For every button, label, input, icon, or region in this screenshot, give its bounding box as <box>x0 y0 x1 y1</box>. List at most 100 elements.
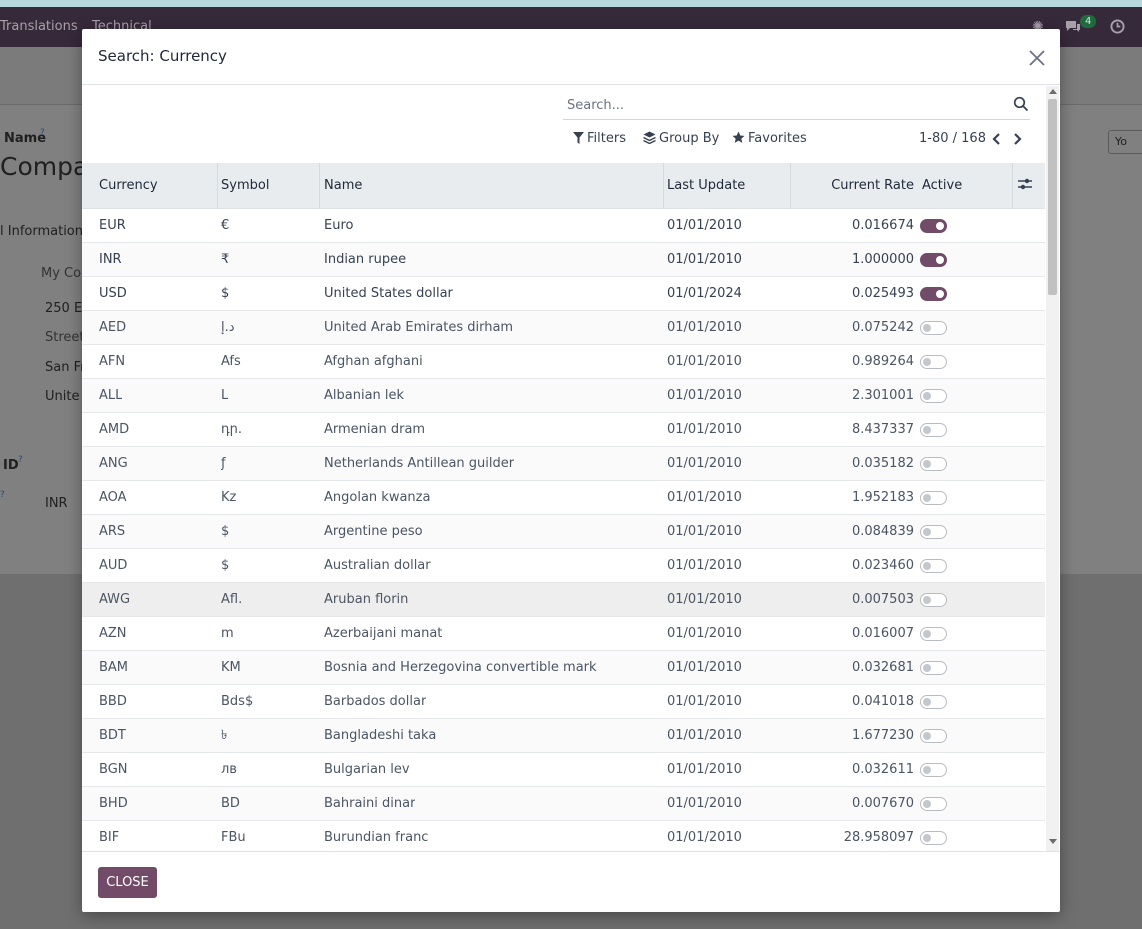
active-toggle[interactable] <box>920 423 947 437</box>
id-label: ID <box>3 458 19 473</box>
active-toggle[interactable] <box>920 287 947 301</box>
active-toggle[interactable] <box>920 661 947 675</box>
active-toggle[interactable] <box>920 253 947 267</box>
sliders-icon <box>1018 178 1032 190</box>
address-street: Street <box>45 330 85 345</box>
table-row[interactable]: BAM KM Bosnia and Herzegovina convertible … <box>82 651 1045 685</box>
scrollbar[interactable] <box>1046 86 1059 851</box>
active-toggle[interactable] <box>920 457 947 471</box>
toggle-knob <box>923 392 931 400</box>
search-icon[interactable] <box>1013 96 1029 112</box>
partial-button: Yo <box>1108 130 1142 154</box>
active-toggle[interactable] <box>920 695 947 709</box>
cell-name: Angolan kwanza <box>324 490 431 505</box>
cell-currency: ANG <box>99 456 128 471</box>
dialog-title: Search: Currency <box>98 47 227 65</box>
column-divider <box>663 163 664 209</box>
table-row[interactable]: AUD $ Australian dollar 01/01/2010 0.023460 <box>82 549 1045 583</box>
active-toggle[interactable] <box>920 627 947 641</box>
column-header-currency[interactable]: Currency <box>99 163 158 209</box>
active-toggle[interactable] <box>920 525 947 539</box>
column-header-last-update[interactable]: Last Update <box>667 163 745 209</box>
active-toggle[interactable] <box>920 831 947 845</box>
table-row[interactable]: AWG Afl. Aruban florin 01/01/2010 0.007503 <box>82 583 1045 617</box>
table-body: EUR € Euro 01/01/2010 0.016674 INR ₹ Indian rup… <box>82 209 1045 851</box>
cell-currency: USD <box>99 286 127 301</box>
table-row[interactable]: ARS $ Argentine peso 01/01/2010 0.084839 <box>82 515 1045 549</box>
cell-last-update: 01/01/2010 <box>667 524 742 539</box>
nav-translations[interactable]: Translations <box>0 19 78 34</box>
active-toggle[interactable] <box>920 321 947 335</box>
cell-currency: AZN <box>99 626 127 641</box>
table-row[interactable]: BIF FBu Burundian franc 01/01/2010 28.958097 <box>82 821 1045 851</box>
table-row[interactable]: AOA Kz Angolan kwanza 01/01/2010 1.952183 <box>82 481 1045 515</box>
active-toggle[interactable] <box>920 559 947 573</box>
table-row[interactable]: BGN лв Bulgarian lev 01/01/2010 0.032611 <box>82 753 1045 787</box>
scroll-down-arrow[interactable] <box>1049 839 1057 844</box>
toggle-knob <box>923 426 931 434</box>
table-row[interactable]: ANG ƒ Netherlands Antillean guilder 01/01/2… <box>82 447 1045 481</box>
cell-currency: BAM <box>99 660 129 675</box>
filters-button[interactable]: Filters <box>573 131 626 146</box>
column-header-name[interactable]: Name <box>324 163 362 209</box>
table-row[interactable]: USD $ United States dollar 01/01/2024 0.0254… <box>82 277 1045 311</box>
cell-name: United Arab Emirates dirham <box>324 320 514 335</box>
cell-name: Azerbaijani manat <box>324 626 443 641</box>
table-header: Currency Symbol Name Last Update Current… <box>82 163 1045 209</box>
table-row[interactable]: AFN Afs Afghan afghani 01/01/2010 0.989264 <box>82 345 1045 379</box>
cell-name: Barbados dollar <box>324 694 427 709</box>
group-by-button[interactable]: Group By <box>643 131 719 146</box>
optional-columns-toggle[interactable] <box>1017 163 1033 209</box>
active-toggle[interactable] <box>920 729 947 743</box>
partial-button-label: Yo <box>1115 135 1127 148</box>
messages-badge: 4 <box>1080 15 1097 28</box>
favorites-button[interactable]: Favorites <box>732 131 807 146</box>
scroll-up-arrow[interactable] <box>1049 89 1057 94</box>
cell-name: Bahraini dinar <box>324 796 416 811</box>
cell-symbol: L <box>221 388 229 403</box>
active-toggle[interactable] <box>920 219 947 233</box>
toggle-knob <box>936 256 944 264</box>
column-header-symbol[interactable]: Symbol <box>221 163 269 209</box>
active-toggle[interactable] <box>920 491 947 505</box>
active-toggle[interactable] <box>920 763 947 777</box>
close-button[interactable]: CLOSE <box>98 867 157 898</box>
active-toggle[interactable] <box>920 797 947 811</box>
table-row[interactable]: BBD Bds$ Barbados dollar 01/01/2010 0.041018 <box>82 685 1045 719</box>
table-row[interactable]: ALL L Albanian lek 01/01/2010 2.301001 <box>82 379 1045 413</box>
scroll-thumb[interactable] <box>1048 99 1057 295</box>
cell-currency: BGN <box>99 762 128 777</box>
table-row[interactable]: INR ₹ Indian rupee 01/01/2010 1.000000 <box>82 243 1045 277</box>
table-row[interactable]: AMD դր. Armenian dram 01/01/2010 8.437337 <box>82 413 1045 447</box>
table-row[interactable]: AED د.إ United Arab Emirates dirham 01/01/2… <box>82 311 1045 345</box>
search-input[interactable] <box>565 94 995 116</box>
pager-previous-button[interactable] <box>989 130 1005 148</box>
cell-symbol: KM <box>221 660 241 675</box>
pager-next-button[interactable] <box>1009 130 1025 148</box>
active-toggle[interactable] <box>920 355 947 369</box>
active-toggle[interactable] <box>920 593 947 607</box>
cell-symbol: FBu <box>221 830 246 845</box>
toggle-knob <box>923 800 931 808</box>
column-header-active[interactable]: Active <box>922 163 962 209</box>
toggle-knob <box>936 290 944 298</box>
table-row[interactable]: AZN m Azerbaijani manat 01/01/2010 0.016007 <box>82 617 1045 651</box>
cell-last-update: 01/01/2010 <box>667 728 742 743</box>
cell-currency: AOA <box>99 490 127 505</box>
clock-icon[interactable] <box>1110 19 1125 38</box>
cell-name: Armenian dram <box>324 422 426 437</box>
table-row[interactable]: EUR € Euro 01/01/2010 0.016674 <box>82 209 1045 243</box>
active-toggle[interactable] <box>920 389 947 403</box>
dialog-header: Search: Currency <box>82 29 1060 85</box>
currency-field-value: INR <box>45 496 68 511</box>
column-header-current-rate[interactable]: Current Rate <box>794 163 914 209</box>
pager-value[interactable]: 1-80 / 168 <box>919 131 986 146</box>
toggle-knob <box>923 358 931 366</box>
table-row[interactable]: BDT ৳ Bangladeshi taka 01/01/2010 1.677230 <box>82 719 1045 753</box>
close-icon[interactable] <box>1026 47 1048 69</box>
cell-current-rate: 0.075242 <box>851 320 914 335</box>
chevron-left-icon <box>992 133 1000 145</box>
table-row[interactable]: BHD BD Bahraini dinar 01/01/2010 0.007670 <box>82 787 1045 821</box>
tab-general-information[interactable]: l Information <box>0 224 83 239</box>
cell-name: Bulgarian lev <box>324 762 410 777</box>
